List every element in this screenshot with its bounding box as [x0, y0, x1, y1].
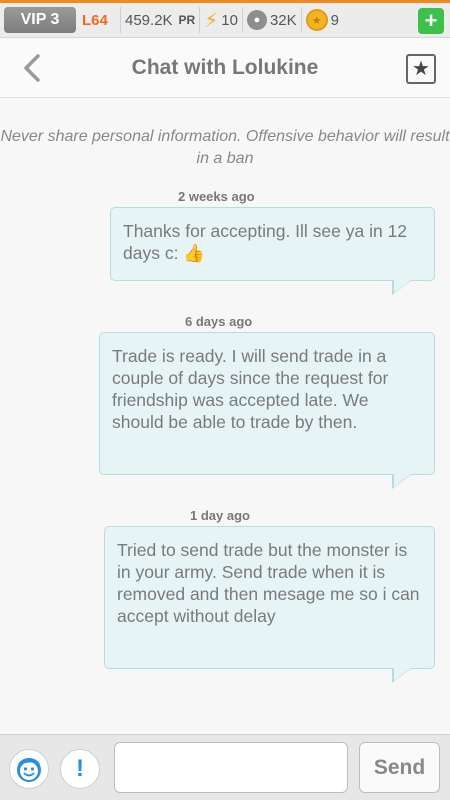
- divider: [241, 7, 243, 33]
- message-bubble: Thanks for accepting. Ill see ya in 12 d…: [110, 207, 435, 295]
- message-bubble: Trade is ready. I will send trade in a c…: [99, 332, 435, 489]
- add-currency-button[interactable]: +: [418, 8, 444, 34]
- message-timestamp: 1 day ago: [190, 508, 250, 523]
- send-button[interactable]: Send: [359, 742, 440, 793]
- divider: [300, 7, 302, 33]
- vip-badge[interactable]: VIP 3: [4, 7, 76, 33]
- energy-stat[interactable]: ⚡︎ 10: [204, 8, 238, 33]
- energy-value: 10: [221, 11, 238, 29]
- composer-bar: ! Send: [0, 734, 450, 800]
- gems-value: 9: [330, 11, 339, 29]
- report-button[interactable]: !: [60, 749, 100, 789]
- message-text: Trade is ready. I will send trade in a c…: [112, 346, 389, 432]
- emoji-button[interactable]: [9, 749, 49, 789]
- message-timestamp: 2 weeks ago: [178, 189, 255, 204]
- message-bubble: Tried to send trade but the monster is i…: [104, 526, 435, 683]
- message-text: Thanks for accepting. Ill see ya in 12 d…: [123, 221, 408, 263]
- divider: [120, 7, 121, 33]
- favorite-button[interactable]: ★: [406, 54, 436, 84]
- message-input[interactable]: [114, 742, 348, 793]
- food-value: 32K: [269, 11, 297, 29]
- star-icon: ★: [412, 58, 430, 80]
- power-value: 459.2K: [125, 11, 173, 29]
- safety-warning: Never share personal information. Offens…: [0, 128, 450, 167]
- message-timestamp: 6 days ago: [185, 314, 253, 329]
- lightning-icon: ⚡︎: [204, 9, 219, 32]
- gems-stat[interactable]: ★ 9: [305, 9, 339, 31]
- divider: [199, 7, 201, 33]
- power-stat: 459.2K PR: [125, 12, 195, 29]
- player-level: L64: [82, 11, 108, 29]
- power-unit: PR: [178, 13, 196, 27]
- coin-icon: ★: [305, 9, 328, 31]
- face-icon: [17, 758, 41, 782]
- chat-header: Chat with Lolukine ★: [0, 38, 450, 98]
- status-bar: VIP 3 L64 459.2K PR ⚡︎ 10 ● 32K ★ 9 +: [0, 0, 450, 38]
- page-title: Chat with Lolukine: [131, 56, 319, 79]
- food-stat[interactable]: ● 32K: [246, 10, 297, 30]
- message-text: Tried to send trade but the monster is i…: [117, 540, 420, 626]
- paw-icon: ●: [246, 10, 267, 30]
